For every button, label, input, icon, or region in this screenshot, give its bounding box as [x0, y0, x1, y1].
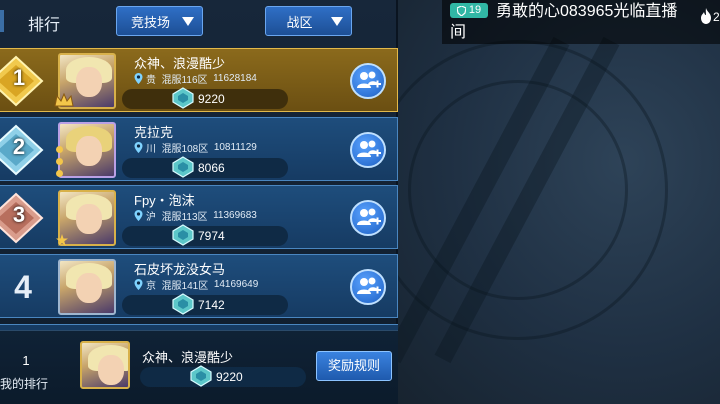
- score-bar: 8066: [122, 156, 288, 178]
- header-accent-bar: [0, 10, 4, 32]
- score-value: 7974: [198, 229, 225, 243]
- background-art: [398, 0, 720, 404]
- server: 混服108区: [161, 144, 209, 155]
- rank-badge-gold: 1: [0, 55, 50, 107]
- ranking-row-3[interactable]: 3 Fpy・泡沫 沪 混服113区 11369683 7974: [0, 185, 398, 249]
- add-team-icon: [357, 208, 381, 225]
- rank-badge-silver: 2: [0, 124, 50, 176]
- province: 京: [146, 281, 156, 292]
- player-info: 川 混服108区 10811129: [134, 140, 257, 155]
- player-name: 石皮坏龙没女马: [134, 262, 226, 277]
- score-bar: 7974: [122, 224, 288, 246]
- score-gem-icon: [190, 365, 212, 387]
- player-id: 10811129: [213, 142, 257, 153]
- score-gem-icon: [172, 156, 194, 178]
- province: 贵: [146, 75, 156, 86]
- avatar[interactable]: [58, 259, 116, 315]
- star-dot: [56, 146, 63, 153]
- score-gem-icon: [172, 293, 194, 315]
- add-team-icon: [357, 71, 381, 88]
- fire-icon: [701, 8, 711, 24]
- score-gem-icon: [172, 224, 194, 246]
- my-score-bar: 9220: [140, 365, 306, 387]
- rank-number: 1: [12, 65, 26, 90]
- add-team-icon: [357, 277, 381, 294]
- score-value: 9220: [198, 92, 225, 106]
- ranking-row-1[interactable]: 1 众神、浪漫酷少 贵 混服116区 11628184 9220: [0, 48, 398, 112]
- shield-icon: [456, 5, 466, 16]
- score-value: 7142: [198, 298, 225, 312]
- location-pin-icon: [134, 210, 143, 221]
- score-bar: 7142: [122, 293, 288, 315]
- score-gem-icon: [172, 87, 194, 109]
- ranking-row-4[interactable]: 4 石皮坏龙没女马 京 混服141区 14169649 7142: [0, 254, 398, 318]
- player-info: 沪 混服113区 11369683: [134, 208, 257, 223]
- score-bar: 9220: [122, 87, 288, 109]
- my-avatar[interactable]: [80, 341, 130, 389]
- crown-icon: [54, 93, 74, 107]
- player-info: 京 混服141区 14169649: [134, 277, 258, 292]
- rank-number: 2: [12, 134, 26, 159]
- add-team-button[interactable]: [350, 132, 386, 168]
- viewer-count: 2: [713, 10, 720, 24]
- avatar[interactable]: [58, 122, 116, 178]
- player-id: 11628184: [213, 73, 257, 84]
- ranking-header: 排行 竞技场 战区: [0, 0, 398, 44]
- player-name: Fpy・泡沫: [134, 193, 195, 208]
- star-icon: [56, 234, 68, 246]
- player-name: 众神、浪漫酷少: [134, 56, 226, 71]
- chevron-down-icon: [331, 17, 343, 26]
- location-pin-icon: [134, 73, 143, 84]
- star-dot: [56, 158, 63, 165]
- server: 混服116区: [161, 75, 208, 86]
- my-player-name: 众神、浪漫酷少: [142, 350, 234, 365]
- zone-dropdown-label: 战区: [286, 14, 313, 30]
- player-info: 贵 混服116区 11628184: [134, 71, 257, 86]
- server: 混服141区: [161, 281, 209, 292]
- ranking-panel: 排行 竞技场 战区 1 众神、浪漫酷少 贵 混服116区 11628184 92…: [0, 0, 398, 404]
- level-badge: 19: [450, 3, 488, 18]
- location-pin-icon: [134, 279, 143, 290]
- add-team-button[interactable]: [350, 269, 386, 305]
- add-team-button[interactable]: [350, 63, 386, 99]
- ranking-row-2[interactable]: 2 克拉克 川 混服108区 10811129 8066: [0, 117, 398, 181]
- rank-number: 3: [12, 202, 26, 227]
- level-value: 19: [468, 4, 482, 16]
- rank-number: 4: [14, 269, 32, 305]
- player-name: 克拉克: [134, 125, 174, 140]
- reward-rules-button[interactable]: 奖励规则: [316, 351, 392, 381]
- chevron-down-icon: [182, 17, 194, 26]
- rank-badge-bronze: 3: [0, 192, 50, 244]
- add-team-button[interactable]: [350, 200, 386, 236]
- score-value: 8066: [198, 161, 225, 175]
- mode-dropdown-label: 竞技场: [130, 14, 170, 30]
- my-score-value: 9220: [216, 370, 243, 384]
- location-pin-icon: [134, 142, 143, 153]
- zone-dropdown[interactable]: 战区: [265, 6, 352, 36]
- province: 沪: [146, 212, 156, 223]
- player-id: 14169649: [213, 279, 259, 290]
- page-title: 排行: [28, 17, 61, 34]
- player-id: 11369683: [213, 210, 257, 221]
- server: 混服113区: [161, 212, 208, 223]
- star-dot: [56, 170, 63, 177]
- stream-overlay: 勇敢的心083965光临直播间 19 2: [442, 0, 720, 44]
- mode-dropdown[interactable]: 竞技场: [116, 6, 203, 36]
- my-rank-footer: 1 我的排行 众神、浪漫酷少 9220 奖励规则: [0, 330, 398, 404]
- my-rank-position: 1: [22, 353, 30, 368]
- province: 川: [146, 144, 156, 155]
- my-rank-label: 我的排行: [0, 377, 49, 391]
- add-team-icon: [357, 140, 381, 157]
